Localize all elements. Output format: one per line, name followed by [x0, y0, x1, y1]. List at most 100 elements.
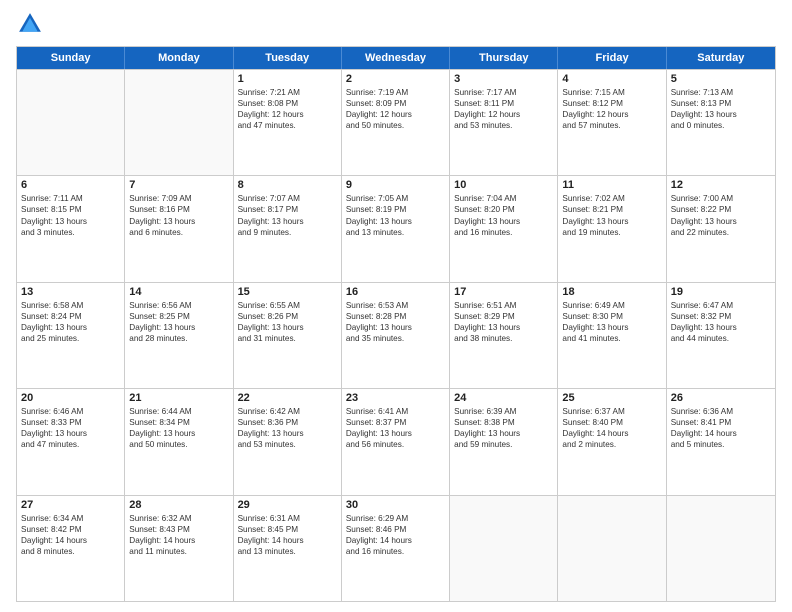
cell-line: and 50 minutes.	[129, 439, 228, 450]
weekday-header: Thursday	[450, 47, 558, 69]
logo-icon	[16, 10, 44, 38]
calendar-row: 1Sunrise: 7:21 AMSunset: 8:08 PMDaylight…	[17, 69, 775, 175]
day-number: 20	[21, 392, 120, 404]
cell-line: Sunset: 8:28 PM	[346, 311, 445, 322]
cell-line: and 25 minutes.	[21, 333, 120, 344]
cell-line: and 59 minutes.	[454, 439, 553, 450]
cell-line: Sunrise: 6:47 AM	[671, 300, 771, 311]
calendar-cell: 27Sunrise: 6:34 AMSunset: 8:42 PMDayligh…	[17, 496, 125, 601]
calendar-cell: 10Sunrise: 7:04 AMSunset: 8:20 PMDayligh…	[450, 176, 558, 281]
cell-line: Daylight: 13 hours	[21, 428, 120, 439]
calendar-cell: 9Sunrise: 7:05 AMSunset: 8:19 PMDaylight…	[342, 176, 450, 281]
day-number: 15	[238, 286, 337, 298]
cell-line: and 5 minutes.	[671, 439, 771, 450]
cell-line: Sunset: 8:37 PM	[346, 417, 445, 428]
cell-line: Daylight: 13 hours	[21, 322, 120, 333]
cell-line: Daylight: 13 hours	[129, 428, 228, 439]
cell-line: Daylight: 12 hours	[562, 109, 661, 120]
cell-line: Sunset: 8:20 PM	[454, 204, 553, 215]
cell-line: and 19 minutes.	[562, 227, 661, 238]
weekday-header: Wednesday	[342, 47, 450, 69]
cell-line: Sunset: 8:42 PM	[21, 524, 120, 535]
cell-line: and 31 minutes.	[238, 333, 337, 344]
cell-line: Daylight: 13 hours	[238, 322, 337, 333]
cell-line: Sunset: 8:41 PM	[671, 417, 771, 428]
cell-line: Sunset: 8:32 PM	[671, 311, 771, 322]
calendar-header: SundayMondayTuesdayWednesdayThursdayFrid…	[17, 47, 775, 69]
cell-line: Daylight: 14 hours	[346, 535, 445, 546]
cell-line: Sunrise: 7:05 AM	[346, 193, 445, 204]
cell-line: and 16 minutes.	[454, 227, 553, 238]
cell-line: Daylight: 12 hours	[346, 109, 445, 120]
day-number: 4	[562, 73, 661, 85]
calendar-cell	[125, 70, 233, 175]
cell-line: and 47 minutes.	[238, 120, 337, 131]
header	[16, 10, 776, 38]
day-number: 24	[454, 392, 553, 404]
calendar-row: 27Sunrise: 6:34 AMSunset: 8:42 PMDayligh…	[17, 495, 775, 601]
calendar-row: 6Sunrise: 7:11 AMSunset: 8:15 PMDaylight…	[17, 175, 775, 281]
day-number: 30	[346, 499, 445, 511]
cell-line: and 44 minutes.	[671, 333, 771, 344]
cell-line: Sunset: 8:22 PM	[671, 204, 771, 215]
cell-line: Daylight: 13 hours	[346, 428, 445, 439]
calendar-cell: 30Sunrise: 6:29 AMSunset: 8:46 PMDayligh…	[342, 496, 450, 601]
weekday-header: Monday	[125, 47, 233, 69]
day-number: 10	[454, 179, 553, 191]
cell-line: Sunrise: 7:17 AM	[454, 87, 553, 98]
cell-line: Daylight: 13 hours	[238, 428, 337, 439]
cell-line: Daylight: 14 hours	[238, 535, 337, 546]
cell-line: Sunset: 8:12 PM	[562, 98, 661, 109]
calendar-cell: 20Sunrise: 6:46 AMSunset: 8:33 PMDayligh…	[17, 389, 125, 494]
cell-line: Sunrise: 6:53 AM	[346, 300, 445, 311]
calendar-cell	[667, 496, 775, 601]
calendar-cell: 23Sunrise: 6:41 AMSunset: 8:37 PMDayligh…	[342, 389, 450, 494]
cell-line: Sunrise: 7:11 AM	[21, 193, 120, 204]
day-number: 23	[346, 392, 445, 404]
cell-line: Sunrise: 6:55 AM	[238, 300, 337, 311]
cell-line: Sunrise: 6:42 AM	[238, 406, 337, 417]
calendar-cell: 14Sunrise: 6:56 AMSunset: 8:25 PMDayligh…	[125, 283, 233, 388]
day-number: 3	[454, 73, 553, 85]
cell-line: Sunset: 8:21 PM	[562, 204, 661, 215]
cell-line: Sunrise: 6:58 AM	[21, 300, 120, 311]
cell-line: Sunset: 8:08 PM	[238, 98, 337, 109]
day-number: 29	[238, 499, 337, 511]
cell-line: and 6 minutes.	[129, 227, 228, 238]
cell-line: Daylight: 13 hours	[238, 216, 337, 227]
cell-line: Sunrise: 7:15 AM	[562, 87, 661, 98]
cell-line: Sunset: 8:36 PM	[238, 417, 337, 428]
cell-line: Sunset: 8:38 PM	[454, 417, 553, 428]
calendar-cell: 15Sunrise: 6:55 AMSunset: 8:26 PMDayligh…	[234, 283, 342, 388]
cell-line: Sunrise: 6:29 AM	[346, 513, 445, 524]
day-number: 8	[238, 179, 337, 191]
cell-line: Sunset: 8:24 PM	[21, 311, 120, 322]
cell-line: Sunrise: 6:31 AM	[238, 513, 337, 524]
weekday-header: Friday	[558, 47, 666, 69]
cell-line: and 0 minutes.	[671, 120, 771, 131]
cell-line: and 3 minutes.	[21, 227, 120, 238]
cell-line: Sunrise: 6:49 AM	[562, 300, 661, 311]
cell-line: Sunset: 8:13 PM	[671, 98, 771, 109]
day-number: 19	[671, 286, 771, 298]
cell-line: Sunset: 8:33 PM	[21, 417, 120, 428]
cell-line: Daylight: 13 hours	[346, 322, 445, 333]
cell-line: Daylight: 14 hours	[21, 535, 120, 546]
cell-line: and 13 minutes.	[238, 546, 337, 557]
day-number: 11	[562, 179, 661, 191]
cell-line: Sunrise: 6:36 AM	[671, 406, 771, 417]
cell-line: Sunrise: 7:21 AM	[238, 87, 337, 98]
cell-line: Daylight: 13 hours	[671, 109, 771, 120]
weekday-header: Sunday	[17, 47, 125, 69]
cell-line: and 38 minutes.	[454, 333, 553, 344]
cell-line: Sunset: 8:09 PM	[346, 98, 445, 109]
day-number: 25	[562, 392, 661, 404]
cell-line: Sunrise: 7:07 AM	[238, 193, 337, 204]
calendar-cell: 7Sunrise: 7:09 AMSunset: 8:16 PMDaylight…	[125, 176, 233, 281]
cell-line: and 28 minutes.	[129, 333, 228, 344]
day-number: 14	[129, 286, 228, 298]
cell-line: Daylight: 13 hours	[21, 216, 120, 227]
cell-line: Sunrise: 7:00 AM	[671, 193, 771, 204]
calendar-cell: 25Sunrise: 6:37 AMSunset: 8:40 PMDayligh…	[558, 389, 666, 494]
calendar-cell: 4 Sunrise: 7:15 AMSunset: 8:12 PMDaylight…	[558, 70, 666, 175]
